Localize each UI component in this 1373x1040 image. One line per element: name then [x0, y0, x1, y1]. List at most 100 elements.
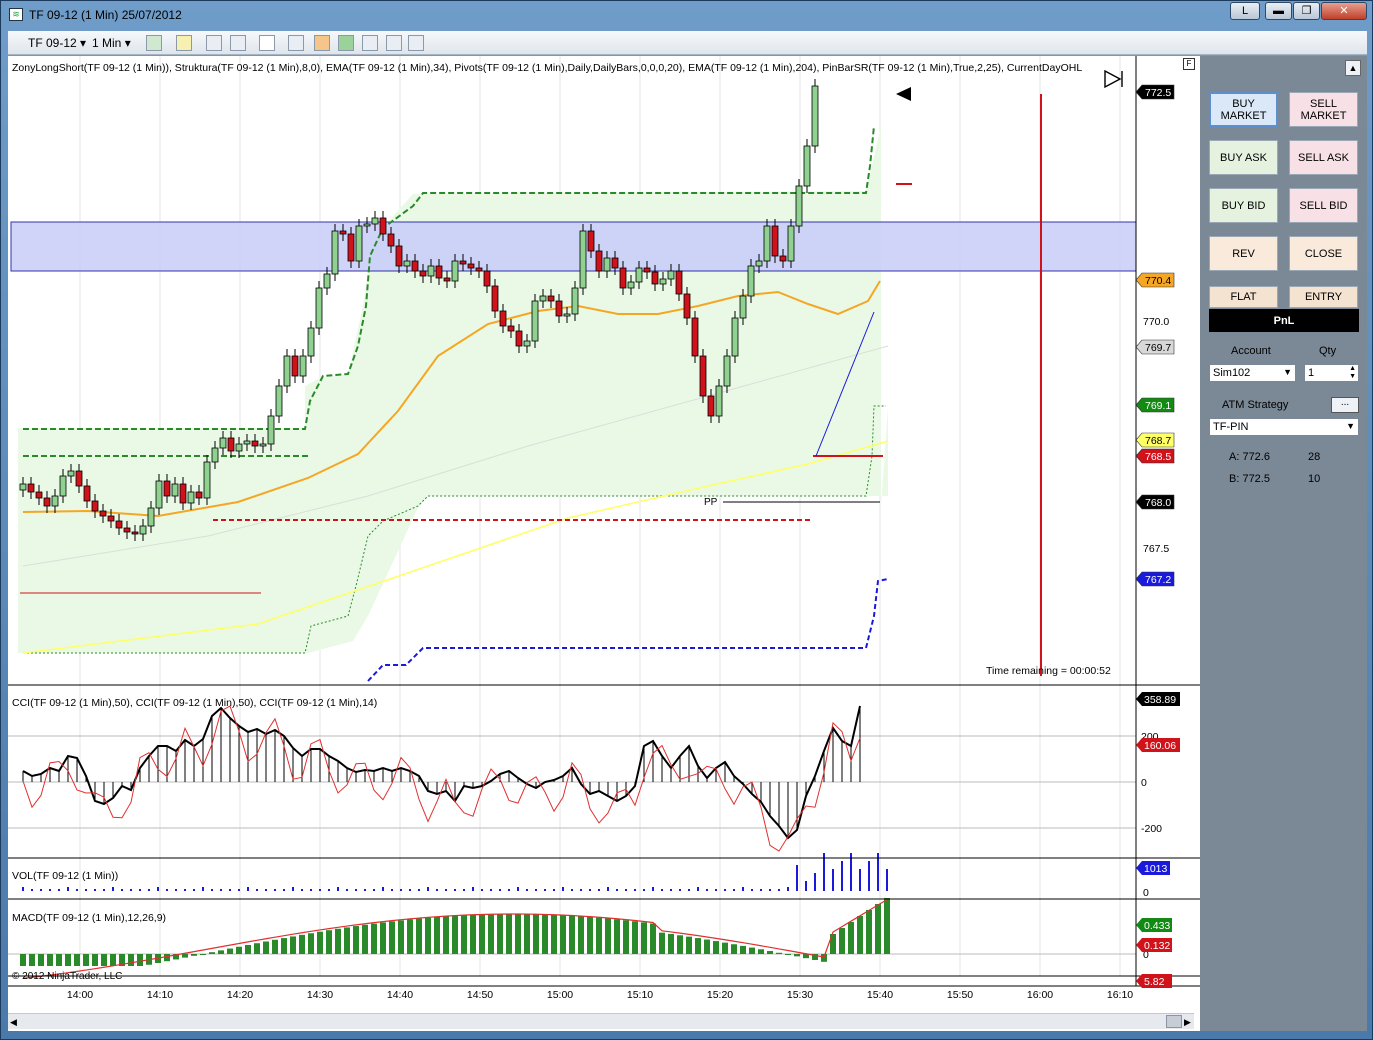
macd-histogram-bar: [47, 954, 53, 966]
properties-icon[interactable]: [338, 35, 354, 51]
data-box-icon[interactable]: [408, 35, 424, 51]
macd-histogram-bar: [722, 942, 728, 954]
macd-histogram-bar: [650, 923, 656, 954]
collapse-panel-icon[interactable]: ▲: [1345, 60, 1361, 76]
candle-body: [571, 287, 579, 315]
strategies-icon[interactable]: [230, 35, 246, 51]
macd-histogram-bar: [344, 927, 350, 954]
candle-body: [323, 273, 331, 289]
account-value: Sim102: [1213, 367, 1251, 379]
link-button[interactable]: L: [1230, 2, 1260, 20]
candle-body: [531, 300, 539, 342]
qty-value: 1: [1308, 367, 1315, 379]
candle-body: [131, 531, 139, 535]
chart-float-toggle[interactable]: F: [1183, 58, 1195, 70]
account-label: Account: [1231, 345, 1271, 357]
macd-histogram-bar: [137, 954, 143, 966]
chart-area[interactable]: 14:00 14:10 14:20 14:30 14:40 14:50 15:00 15:10…: [8, 56, 1200, 1031]
macd-histogram-bar: [767, 951, 773, 954]
candle-body: [691, 317, 699, 357]
print-icon[interactable]: [386, 35, 402, 51]
candle-body: [243, 440, 251, 445]
macd-histogram-bar: [317, 931, 323, 954]
price-indicator-label: ZonyLongShort(TF 09-12 (1 Min)), Struktu…: [12, 62, 1082, 74]
buy-bid-button[interactable]: BUY BID: [1209, 188, 1278, 223]
close-position-button[interactable]: CLOSE: [1289, 236, 1358, 271]
candle-body: [467, 263, 475, 269]
atm-strategy-config-button[interactable]: ...: [1331, 397, 1359, 413]
buy-market-button[interactable]: BUY MARKET: [1209, 92, 1278, 127]
chevron-down-icon: ▼: [1346, 421, 1355, 431]
macd-histogram-bar: [470, 914, 476, 954]
account-select[interactable]: Sim102 ▼: [1209, 364, 1296, 382]
window-title: TF 09-12 (1 Min) 25/07/2012: [29, 8, 182, 22]
macd-histogram-bar: [866, 910, 872, 954]
macd-marker-value: 5.82: [1144, 976, 1165, 988]
candle-body: [123, 527, 131, 533]
crosshair-icon[interactable]: [259, 35, 275, 51]
macd-histogram-bar: [740, 945, 746, 954]
candle-body: [595, 250, 603, 272]
macd-histogram-bar: [758, 949, 764, 954]
macd-histogram-bar: [605, 918, 611, 954]
macd-histogram-bar: [218, 950, 224, 954]
candle-body: [555, 300, 563, 317]
qty-stepper[interactable]: 1 ▲ ▼: [1304, 364, 1359, 382]
pencil-draw-icon[interactable]: [176, 35, 192, 51]
macd-histogram-bar: [434, 916, 440, 954]
candle-body: [483, 270, 491, 287]
bar-type-icon[interactable]: [146, 35, 162, 51]
instrument-selector[interactable]: TF 09-12 ▾: [28, 34, 86, 52]
macd-histogram-bar: [776, 952, 782, 954]
interval-selector[interactable]: 1 Min ▾: [92, 34, 131, 52]
pivot-pp-label: PP: [704, 497, 718, 508]
macd-histogram-bar: [101, 954, 107, 966]
scroll-left-icon[interactable]: ◀: [10, 1017, 17, 1028]
candle-body: [59, 475, 67, 497]
macd-histogram-bar: [461, 915, 467, 954]
macd-histogram-bar: [677, 935, 683, 954]
candle-body: [91, 500, 99, 512]
title-bar[interactable]: ≋ TF 09-12 (1 Min) 25/07/2012 L ▬ ❐ ✕: [1, 1, 1372, 29]
sell-market-button[interactable]: SELL MARKET: [1289, 92, 1358, 127]
candle-body: [227, 437, 235, 452]
scroll-thumb[interactable]: [1166, 1015, 1182, 1028]
candle-body: [147, 507, 155, 527]
entry-button[interactable]: ENTRY: [1289, 286, 1358, 308]
macd-histogram-bar: [452, 915, 458, 954]
atm-strategy-select[interactable]: TF-PIN ▼: [1209, 418, 1359, 436]
close-window-button[interactable]: ✕: [1321, 2, 1367, 20]
reverse-button[interactable]: REV: [1209, 236, 1278, 271]
macd-histogram-bar: [497, 914, 503, 954]
sell-ask-button[interactable]: SELL ASK: [1289, 140, 1358, 175]
macd-histogram-bar: [389, 921, 395, 954]
price-marker-value: 769.1: [1145, 400, 1171, 412]
chart-canvas[interactable]: 14:00 14:10 14:20 14:30 14:40 14:50 15:00 15:10…: [8, 56, 1200, 1031]
candle-body: [507, 325, 515, 332]
time-tick: 14:00: [67, 989, 93, 1001]
flat-button[interactable]: FLAT: [1209, 286, 1278, 308]
candle-body: [155, 480, 163, 509]
indicators-icon[interactable]: [206, 35, 222, 51]
zoom-icon[interactable]: [288, 35, 304, 51]
candle-body: [379, 217, 387, 235]
candle-body: [459, 260, 467, 265]
candle-body: [787, 225, 795, 262]
candle-body: [795, 185, 803, 227]
candle-body: [723, 355, 731, 387]
chart-trader-icon[interactable]: [314, 35, 330, 51]
maximize-button[interactable]: ❐: [1293, 2, 1320, 20]
buy-ask-button[interactable]: BUY ASK: [1209, 140, 1278, 175]
sell-bid-button[interactable]: SELL BID: [1289, 188, 1358, 223]
macd-histogram-bar: [479, 914, 485, 954]
horizontal-scrollbar[interactable]: ◀ ▶: [8, 1013, 1194, 1029]
macd-histogram-bar: [236, 946, 242, 954]
snapshot-icon[interactable]: [362, 35, 378, 51]
macd-histogram-bar: [299, 934, 305, 954]
macd-histogram-bar: [533, 914, 539, 954]
scroll-right-icon[interactable]: ▶: [1184, 1017, 1191, 1028]
minimize-button[interactable]: ▬: [1265, 2, 1292, 20]
macd-histogram-bar: [335, 928, 341, 954]
stepper-arrows-icon[interactable]: ▲ ▼: [1349, 365, 1356, 381]
time-tick: 15:20: [707, 989, 733, 1001]
